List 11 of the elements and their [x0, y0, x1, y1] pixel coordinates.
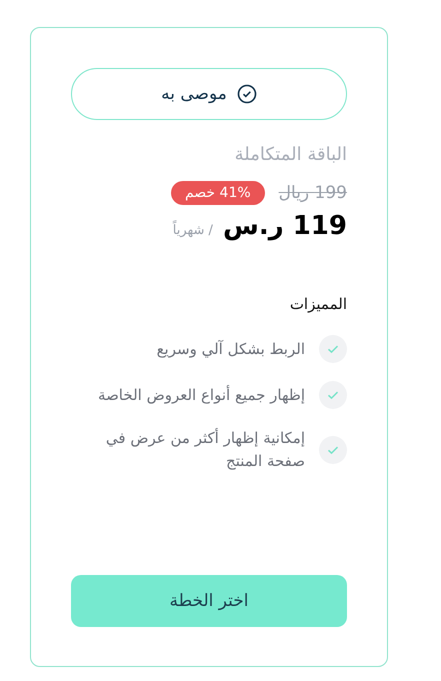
discount-badge: 41% خصم: [170, 181, 265, 205]
features-title: المميزات: [288, 295, 347, 313]
feature-text: الربط بشكل آلي وسريع: [156, 338, 305, 360]
plan-name: الباقة المتكاملة: [234, 144, 347, 165]
feature-text: إمكانية إظهار أكثر من عرض في صفحة المنتج: [104, 427, 305, 472]
choose-plan-button[interactable]: اختر الخطة: [71, 575, 347, 627]
check-circle-icon: [236, 84, 257, 104]
badge-label: موصى به: [161, 84, 227, 104]
price: 119 ر.س: [222, 211, 347, 241]
old-price: 199 ريال: [278, 183, 347, 203]
feature-text: إظهار جميع أنواع العروض الخاصة: [98, 384, 305, 406]
